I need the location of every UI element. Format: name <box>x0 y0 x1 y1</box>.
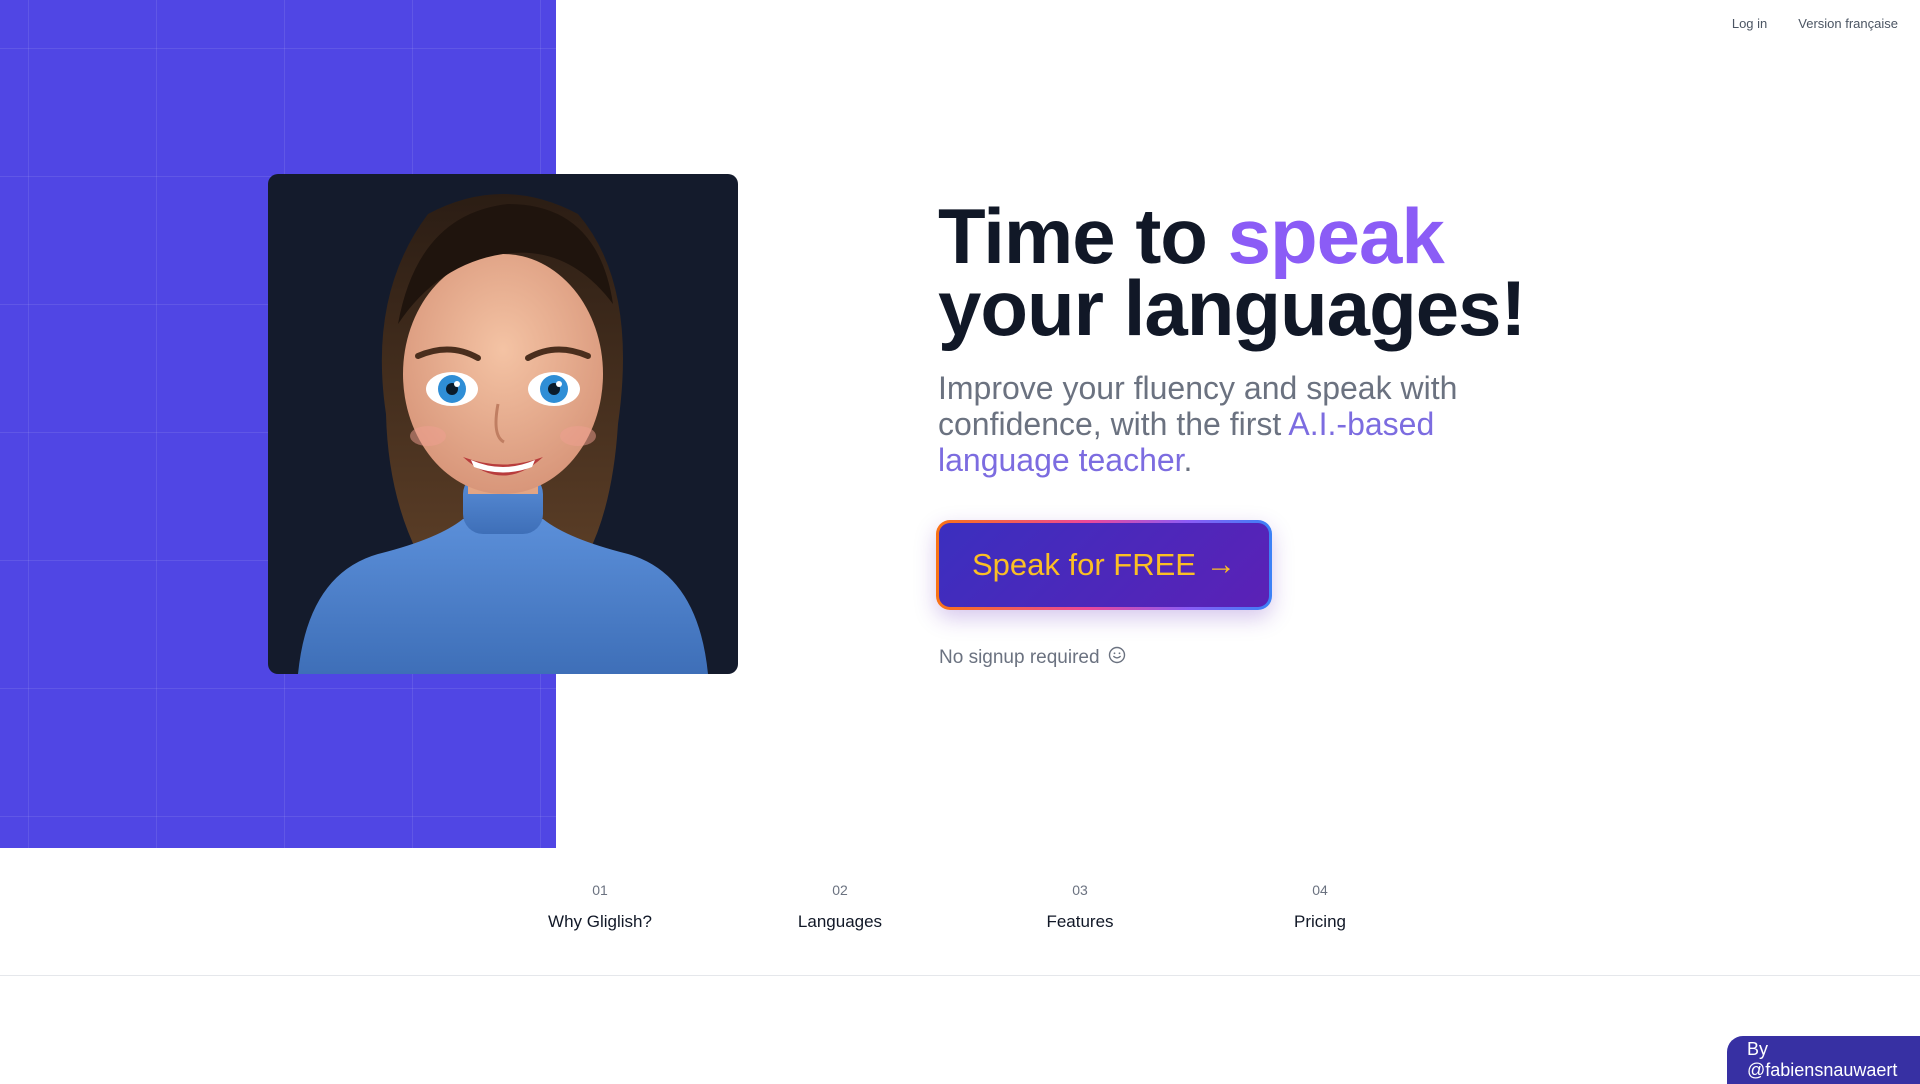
section-label: Why Gliglish? <box>548 912 652 931</box>
smiley-icon <box>1108 646 1126 670</box>
author-credit-link[interactable]: By @fabiensnauwaert <box>1727 1036 1920 1084</box>
cta-label: Speak for FREE <box>972 547 1196 582</box>
top-nav: Log in Version française <box>1732 16 1898 31</box>
avatar-illustration <box>298 194 708 674</box>
section-tab-pricing[interactable]: 04 Pricing <box>1220 882 1420 932</box>
avatar-teacher-image <box>268 174 738 674</box>
section-label: Features <box>1046 912 1114 931</box>
section-tab-languages[interactable]: 02 Languages <box>740 882 940 932</box>
section-nav: 01 Why Gliglish? 02 Languages 03 Feature… <box>0 848 1920 976</box>
section-number: 04 <box>1312 882 1328 898</box>
login-link[interactable]: Log in <box>1732 16 1767 31</box>
arrow-right-icon: → <box>1205 548 1236 581</box>
section-number: 03 <box>1072 882 1088 898</box>
hero-headline: Time to speak your languages! <box>938 197 1526 352</box>
speak-for-free-button[interactable]: Speak for FREE → <box>936 520 1272 610</box>
section-tab-features[interactable]: 03 Features <box>980 882 1180 932</box>
section-number: 01 <box>592 882 608 898</box>
hero-subtitle: Improve your fluency and speak with conf… <box>938 370 1498 478</box>
section-label: Languages <box>797 912 883 931</box>
section-tab-why-gliglish[interactable]: 01 Why Gliglish? <box>500 882 700 932</box>
language-switch-link[interactable]: Version française <box>1798 16 1898 31</box>
no-signup-note: No signup required <box>939 646 1126 670</box>
subtitle-end: . <box>1183 442 1193 478</box>
section-label: Pricing <box>1294 912 1346 931</box>
headline-line-2: your languages! <box>938 264 1526 352</box>
no-signup-text: No signup required <box>939 647 1100 668</box>
section-number: 02 <box>832 882 848 898</box>
headline-line-1: Time to speak <box>938 197 1525 275</box>
